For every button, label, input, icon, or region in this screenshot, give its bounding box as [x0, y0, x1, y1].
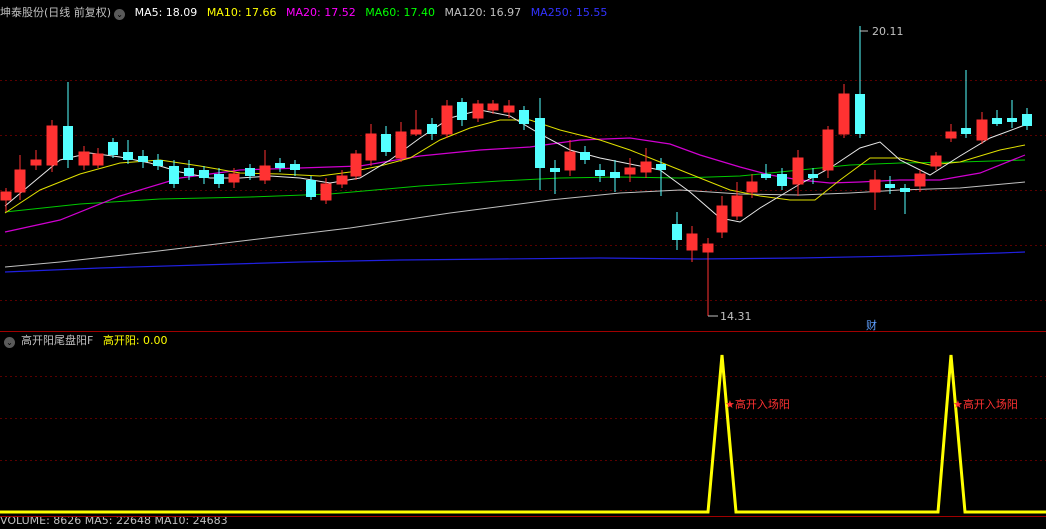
low-price-label: 14.31 — [720, 310, 752, 323]
candle-body — [624, 167, 636, 175]
candle-body — [306, 180, 316, 197]
candle-body — [930, 155, 942, 167]
candle-body — [777, 174, 787, 186]
candle-body — [914, 173, 926, 187]
candle-body — [275, 163, 285, 168]
candle-body — [381, 134, 391, 152]
candle-body — [63, 126, 73, 160]
ma120-line — [4, 181, 1026, 268]
candle-body — [792, 157, 804, 185]
candle-body — [535, 118, 545, 168]
candle-body — [885, 184, 895, 188]
candle-body — [457, 102, 467, 120]
candle-body — [822, 129, 834, 171]
candle-body — [1007, 118, 1017, 122]
candle-body — [564, 151, 576, 171]
candle-body — [869, 179, 881, 193]
candlesticks — [0, 26, 1032, 316]
candle-body — [365, 133, 377, 161]
candle-body — [761, 174, 771, 178]
candle-body — [519, 110, 529, 124]
signal-label-2: ★高开入场阳 — [953, 397, 1018, 411]
candle-body — [30, 159, 42, 166]
candle-body — [395, 131, 407, 159]
candle-body — [1022, 114, 1032, 126]
candle-body — [290, 164, 300, 170]
candle-body — [441, 105, 453, 135]
candle-body — [14, 169, 26, 193]
signal-line — [0, 354, 1046, 514]
candle-body — [259, 165, 271, 181]
candle-body — [550, 168, 560, 172]
ma250-line — [4, 251, 1026, 273]
signal-label-1: ★高开入场阳 — [725, 397, 790, 411]
candle-body — [580, 152, 590, 160]
candle-body — [92, 153, 104, 166]
candle-body — [672, 224, 682, 240]
candle-body — [640, 161, 652, 173]
candle-body — [992, 118, 1002, 124]
candle-body — [976, 119, 988, 141]
grid-lines — [0, 80, 1046, 461]
candle-body — [320, 183, 332, 201]
candle-body — [610, 172, 620, 178]
candle-body — [838, 93, 850, 135]
candle-body — [855, 94, 865, 134]
candle-body — [123, 152, 133, 160]
candle-body — [716, 205, 728, 233]
candle-body — [214, 174, 224, 184]
candle-body — [228, 173, 240, 183]
high-price-label: 20.11 — [872, 25, 904, 38]
candle-body — [199, 170, 209, 178]
candle-body — [410, 129, 422, 135]
candle-body — [595, 170, 605, 176]
candle-body — [686, 233, 698, 251]
candle-body — [472, 103, 484, 119]
candle-body — [153, 160, 163, 166]
candle-body — [184, 168, 194, 176]
candle-body — [245, 168, 255, 176]
candle-body — [656, 164, 666, 170]
candle-body — [731, 195, 743, 217]
candle-body — [336, 175, 348, 185]
candle-body — [702, 243, 714, 253]
chart-canvas[interactable]: 20.11 14.31 财 ★高开入场阳 ★高开入场阳 — [0, 0, 1046, 522]
candle-body — [808, 174, 818, 178]
candle-body — [78, 151, 90, 166]
candle-body — [746, 181, 758, 193]
candle-body — [169, 166, 179, 184]
candle-body — [945, 131, 957, 139]
candle-body — [350, 153, 362, 177]
candle-body — [108, 142, 118, 155]
candle-body — [961, 128, 971, 134]
candle-body — [0, 191, 12, 201]
candle-body — [900, 188, 910, 192]
candle-body — [138, 156, 148, 162]
candle-body — [46, 125, 58, 166]
finance-marker[interactable]: 财 — [866, 318, 877, 332]
candle-body — [427, 124, 437, 134]
candle-body — [487, 103, 499, 111]
candle-body — [503, 105, 515, 113]
